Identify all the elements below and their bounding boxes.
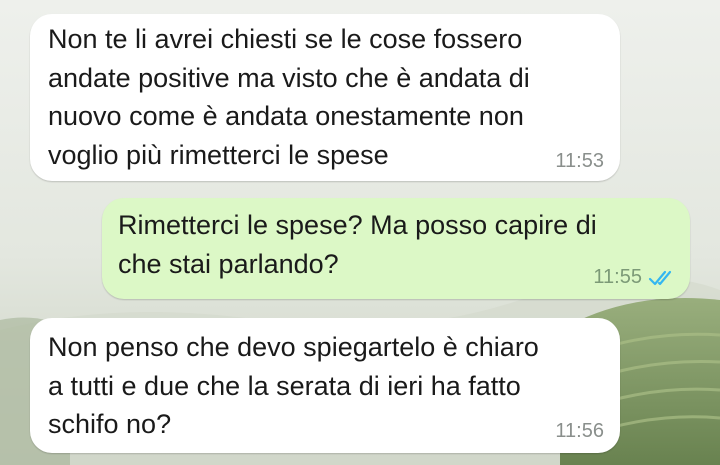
message-text: Rimetterci le spese? Ma posso capire di … bbox=[118, 210, 597, 279]
double-check-read-icon bbox=[648, 269, 678, 287]
message-bubble-incoming[interactable]: Non penso che devo spiegartelo è chiaro … bbox=[30, 318, 620, 453]
message-meta: 11:56 bbox=[555, 420, 604, 443]
message-time: 11:56 bbox=[555, 420, 604, 442]
message-bubble-incoming[interactable]: Non te li avrei chiesti se le cose fosse… bbox=[30, 14, 620, 181]
message-text: Non penso che devo spiegartelo è chiaro … bbox=[48, 332, 539, 440]
message-time: 11:55 bbox=[593, 266, 642, 288]
message-meta: 11:55 bbox=[593, 266, 678, 289]
message-meta: 11:53 bbox=[555, 150, 604, 173]
message-time: 11:53 bbox=[555, 150, 604, 172]
message-bubble-outgoing[interactable]: Rimetterci le spese? Ma posso capire di … bbox=[102, 198, 690, 299]
message-text: Non te li avrei chiesti se le cose fosse… bbox=[48, 24, 530, 171]
